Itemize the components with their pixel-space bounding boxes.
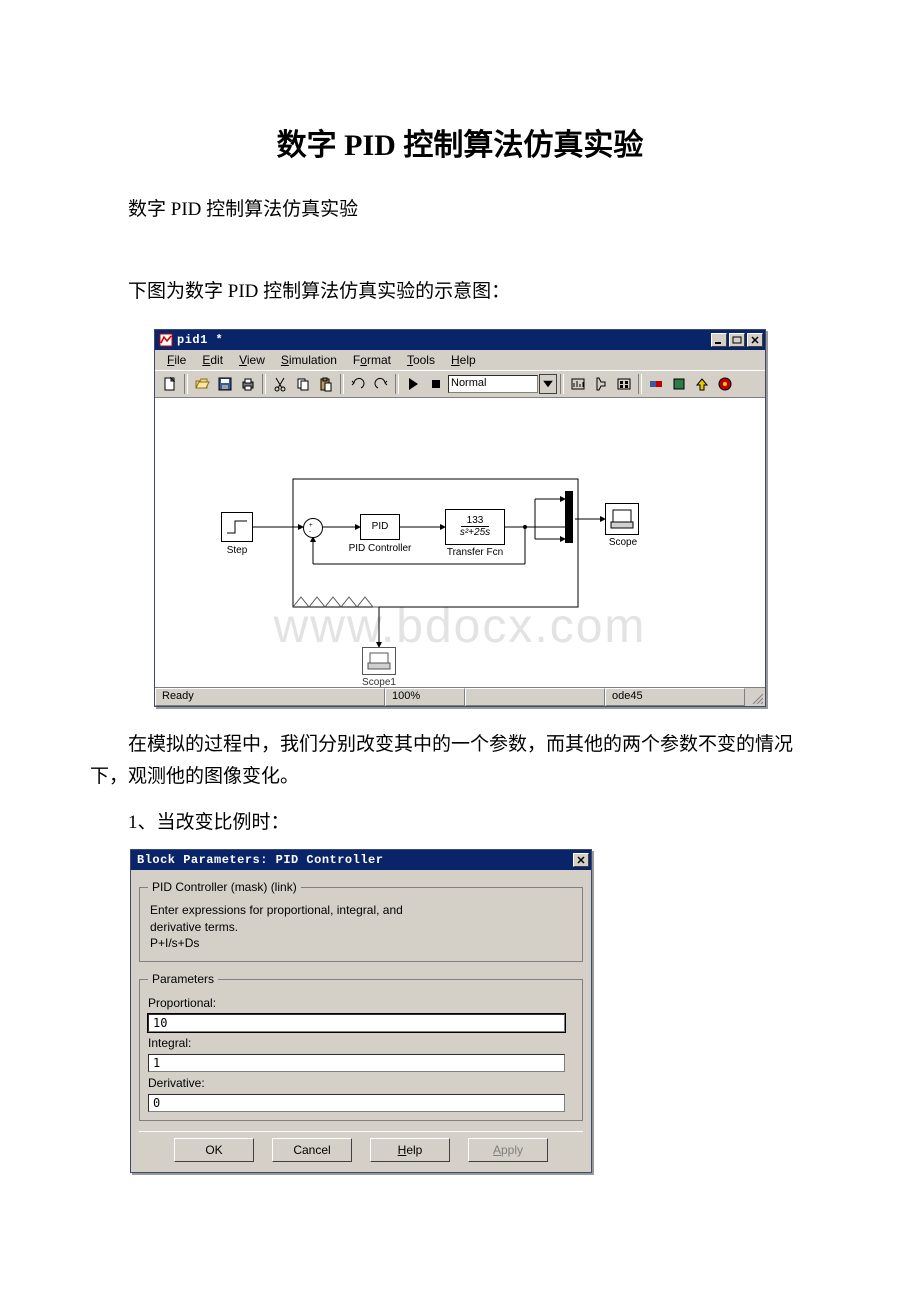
undo-icon[interactable] xyxy=(347,373,369,395)
params-legend: Parameters xyxy=(148,972,218,986)
debug-icon[interactable] xyxy=(714,373,736,395)
menu-format[interactable]: Format xyxy=(347,352,397,368)
print-icon[interactable] xyxy=(237,373,259,395)
integral-label: Integral: xyxy=(148,1036,574,1050)
status-blank xyxy=(465,688,605,706)
status-ready: Ready xyxy=(155,688,385,706)
cut-icon[interactable] xyxy=(269,373,291,395)
save-icon[interactable] xyxy=(214,373,236,395)
open-icon[interactable] xyxy=(191,373,213,395)
status-solver: ode45 xyxy=(605,688,745,706)
parameters-group: Parameters Proportional: 10 Integral: 1 … xyxy=(139,972,583,1121)
status-zoom: 100% xyxy=(385,688,465,706)
menu-sim[interactable]: Simulation xyxy=(275,352,343,368)
model-canvas[interactable]: www.bdocx.com xyxy=(155,398,765,687)
scope1-block[interactable] xyxy=(362,647,396,675)
block-parameters-dialog: Block Parameters: PID Controller PID Con… xyxy=(130,849,592,1173)
step-block[interactable] xyxy=(221,512,253,542)
scope-block[interactable] xyxy=(605,503,639,535)
menu-help[interactable]: Help xyxy=(445,352,482,368)
svg-text:-: - xyxy=(309,529,311,535)
minimize-button[interactable] xyxy=(711,333,727,347)
target-icon[interactable] xyxy=(668,373,690,395)
dialog-title: Block Parameters: PID Controller xyxy=(135,853,383,867)
maximize-button[interactable] xyxy=(729,333,745,347)
menu-edit[interactable]: Edit xyxy=(196,352,229,368)
redo-icon[interactable] xyxy=(370,373,392,395)
derivative-label: Derivative: xyxy=(148,1076,574,1090)
simulink-window: pid1 * File Edit View Simulation Format … xyxy=(154,329,766,707)
data-tips-icon[interactable] xyxy=(567,373,589,395)
menu-tools[interactable]: Tools xyxy=(401,352,441,368)
apply-button[interactable]: Apply xyxy=(468,1138,548,1162)
dialog-close-button[interactable] xyxy=(573,853,589,867)
menu-view[interactable]: View xyxy=(233,352,271,368)
proportional-input[interactable]: 10 xyxy=(148,1014,565,1032)
menubar: File Edit View Simulation Format Tools H… xyxy=(155,350,765,370)
description-group: PID Controller (mask) (link) Enter expre… xyxy=(139,880,583,962)
doc-title: 数字 PID 控制算法仿真实验 xyxy=(90,120,830,164)
library-icon[interactable] xyxy=(613,373,635,395)
dialog-body: PID Controller (mask) (link) Enter expre… xyxy=(131,870,591,1172)
doc-subtitle: 数字 PID 控制算法仿真实验 xyxy=(90,194,830,226)
close-button[interactable] xyxy=(747,333,763,347)
transfer-fcn-block[interactable]: 133 s²+25s xyxy=(445,509,505,545)
proportional-label: Proportional: xyxy=(148,996,574,1010)
window-title: pid1 * xyxy=(177,333,223,347)
intro-text: 下图为数字 PID 控制算法仿真实验的示意图： xyxy=(90,276,830,308)
derivative-input[interactable]: 0 xyxy=(148,1094,565,1112)
pid-text: PID xyxy=(372,521,389,532)
desc-text: Enter expressions for proportional, inte… xyxy=(148,900,574,953)
paste-icon[interactable] xyxy=(315,373,337,395)
tf-num: 133 xyxy=(461,515,490,527)
integral-input[interactable]: 1 xyxy=(148,1054,565,1072)
statusbar: Ready 100% ode45 xyxy=(155,687,765,706)
stop-icon[interactable] xyxy=(425,373,447,395)
resize-grip-icon[interactable] xyxy=(745,688,765,706)
new-icon[interactable] xyxy=(159,373,181,395)
list-item-1: 1、当改变比例时： xyxy=(90,807,830,839)
desc-legend: PID Controller (mask) (link) xyxy=(148,880,301,894)
zoom-icon[interactable] xyxy=(590,373,612,395)
help-button[interactable]: Help xyxy=(370,1138,450,1162)
play-icon[interactable] xyxy=(402,373,424,395)
mode-dropdown-icon[interactable] xyxy=(539,374,557,394)
after-figure-text: 在模拟的过程中，我们分别改变其中的一个参数，而其他的两个参数不变的情况下，观测他… xyxy=(90,729,830,794)
tf-den: s²+25s xyxy=(458,527,492,538)
sum-block[interactable]: +- xyxy=(303,518,323,538)
up-icon[interactable] xyxy=(691,373,713,395)
mode-select[interactable]: Normal xyxy=(448,375,538,393)
toolbar: Normal xyxy=(155,370,765,398)
dialog-buttons: OK Cancel Help Apply xyxy=(139,1131,583,1164)
pid-block[interactable]: PID xyxy=(360,514,400,540)
menu-file[interactable]: File xyxy=(161,352,192,368)
app-icon xyxy=(159,333,173,347)
build-icon[interactable] xyxy=(645,373,667,395)
copy-icon[interactable] xyxy=(292,373,314,395)
dialog-titlebar: Block Parameters: PID Controller xyxy=(131,850,591,870)
cancel-button[interactable]: Cancel xyxy=(272,1138,352,1162)
titlebar: pid1 * xyxy=(155,330,765,350)
ok-button[interactable]: OK xyxy=(174,1138,254,1162)
